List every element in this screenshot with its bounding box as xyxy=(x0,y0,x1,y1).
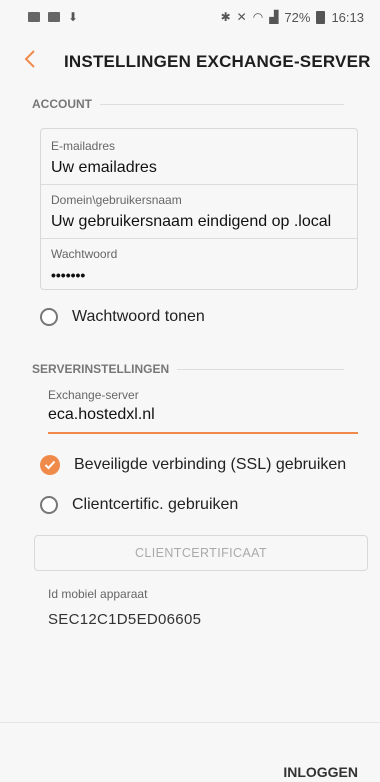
bluetooth-icon: ✱ xyxy=(220,10,231,24)
device-id-value: SEC12C1D5ED06605 xyxy=(48,611,202,628)
signal-icon: ▟ xyxy=(269,10,279,24)
server-section-label: SERVERINSTELLINGEN xyxy=(32,362,170,376)
back-arrow-icon[interactable] xyxy=(24,34,64,90)
checkmark-icon xyxy=(44,460,56,470)
ssl-label: Beveiligde verbinding (SSL) gebruiken xyxy=(74,456,347,473)
exchange-server-label: Exchange-server xyxy=(48,388,139,402)
email-label: E-mailadres xyxy=(51,139,116,153)
server-section-header: SERVERINSTELLINGEN xyxy=(32,362,344,376)
domain-label: Domein\gebruikersnaam xyxy=(51,193,182,207)
client-cert-label: Clientcertific. gebruiken xyxy=(72,496,239,513)
back-chevron-svg xyxy=(24,50,35,68)
client-cert-checkbox[interactable] xyxy=(40,496,58,514)
section-divider xyxy=(177,368,344,370)
bottom-action-bar: INLOGGEN xyxy=(0,722,380,782)
password-label: Wachtwoord xyxy=(51,247,118,261)
client-certificate-button[interactable]: CLIENTCERTIFICAAT xyxy=(34,535,368,571)
password-value[interactable]: ••••••• xyxy=(51,267,347,283)
ssl-checkbox[interactable] xyxy=(40,455,60,475)
show-password-radio[interactable] xyxy=(40,308,58,326)
wifi-icon: ◠ xyxy=(252,10,264,24)
account-section-label: ACCOUNT xyxy=(32,97,92,111)
device-id-block: Id mobiel apparaat SEC12C1D5ED06605 xyxy=(48,587,201,628)
account-fields-box: E-mailadres Uw emailadres Domein\gebruik… xyxy=(40,128,358,290)
email-field[interactable]: E-mailadres Uw emailadres xyxy=(41,139,357,177)
show-password-label: Wachtwoord tonen xyxy=(72,308,205,325)
gallery-icon xyxy=(28,12,40,22)
page-title: INSTELLINGEN EXCHANGE-SERVER xyxy=(64,52,371,71)
battery-percent: 72% xyxy=(284,9,311,25)
download-icon: ⬇ xyxy=(68,10,79,24)
mute-icon: ✕ xyxy=(236,10,247,24)
app-bar: INSTELLINGEN EXCHANGE-SERVER xyxy=(0,34,380,90)
section-divider xyxy=(100,103,344,105)
status-bar: ⬇ ✱ ✕ ◠ ▟ 72% 16:13 xyxy=(0,0,380,34)
domain-field[interactable]: Domein\gebruikersnaam Uw gebruikersnaam … xyxy=(41,184,357,231)
exchange-server-input[interactable]: eca.hostedxl.nl xyxy=(48,406,358,434)
domain-value[interactable]: Uw gebruikersnaam eindigend op .local xyxy=(51,213,347,231)
exchange-server-field[interactable]: Exchange-server eca.hostedxl.nl xyxy=(48,388,358,434)
battery-icon xyxy=(316,10,326,24)
device-id-label: Id mobiel apparaat xyxy=(48,587,148,601)
clock: 16:13 xyxy=(331,9,364,25)
show-password-option[interactable]: Wachtwoord tonen xyxy=(40,308,205,326)
status-left: ⬇ xyxy=(28,10,78,24)
password-field[interactable]: Wachtwoord ••••••• xyxy=(41,238,357,283)
message-icon xyxy=(48,12,60,22)
email-value[interactable]: Uw emailadres xyxy=(51,159,347,177)
client-cert-option[interactable]: Clientcertific. gebruiken xyxy=(40,496,238,514)
ssl-option[interactable]: Beveiligde verbinding (SSL) gebruiken xyxy=(40,455,346,475)
login-button[interactable]: INLOGGEN xyxy=(283,764,358,780)
account-section-header: ACCOUNT xyxy=(32,97,344,111)
status-right: ✱ ✕ ◠ ▟ 72% 16:13 xyxy=(221,10,364,25)
